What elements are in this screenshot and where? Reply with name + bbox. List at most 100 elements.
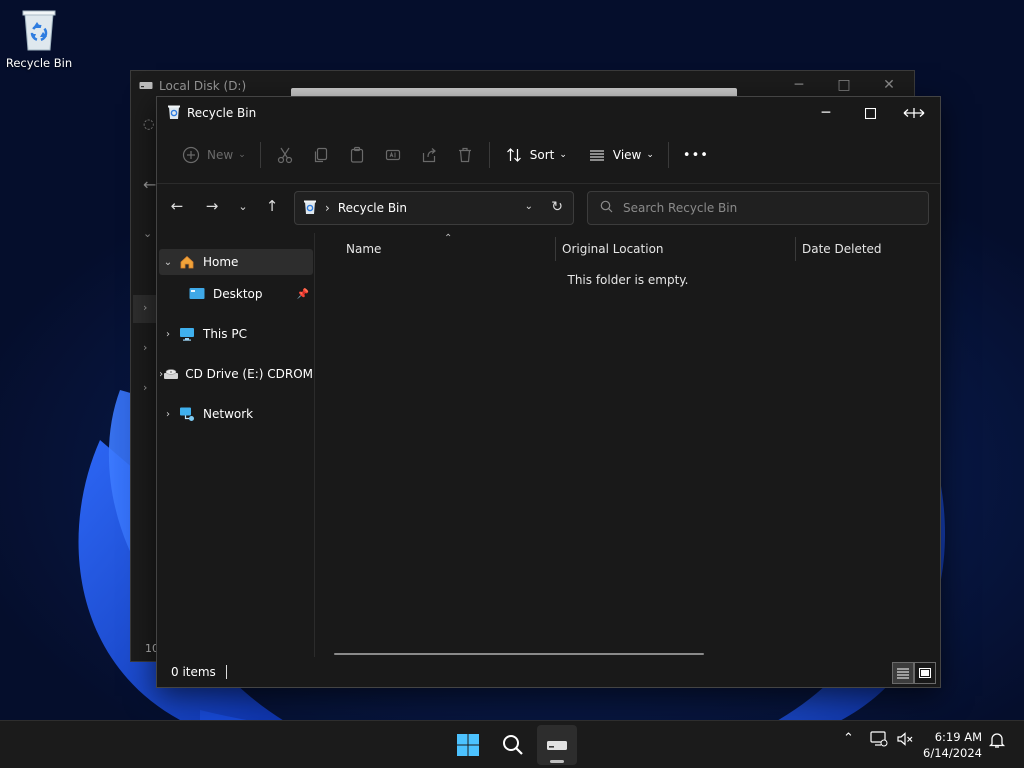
sort-ascending-icon: ⌃ xyxy=(444,233,453,244)
chevron-down-icon: ⌄ xyxy=(143,227,153,240)
column-date-deleted-label: Date Deleted xyxy=(802,242,882,256)
desktop-recycle-bin[interactable]: Recycle Bin xyxy=(4,6,74,70)
share-button[interactable] xyxy=(411,139,447,171)
up-arrow-icon: ↑ xyxy=(265,197,279,215)
maximize-icon[interactable]: □ xyxy=(829,77,859,93)
horizontal-scrollbar[interactable] xyxy=(334,653,704,655)
column-header-original-location[interactable]: Original Location xyxy=(562,237,664,261)
column-header-date-deleted[interactable]: Date Deleted xyxy=(802,237,882,261)
details-view-button[interactable] xyxy=(892,662,914,684)
item-count: 0 items xyxy=(171,665,216,679)
search-placeholder: Search Recycle Bin xyxy=(623,201,738,215)
drive-icon xyxy=(547,741,567,750)
new-button[interactable]: New ⌄ xyxy=(173,139,254,171)
nav-item-this-pc[interactable]: › This PC xyxy=(159,321,313,347)
chevron-down-icon[interactable]: ⌄ xyxy=(159,257,177,268)
sort-button[interactable]: Sort ⌄ xyxy=(496,139,575,171)
nav-desktop-label: Desktop xyxy=(213,287,263,301)
recent-locations-button[interactable]: ⌄ xyxy=(229,194,257,218)
column-header-name[interactable]: Name xyxy=(346,237,381,261)
paste-button[interactable] xyxy=(339,139,375,171)
nav-this-pc-label: This PC xyxy=(203,327,247,341)
column-divider[interactable] xyxy=(795,237,796,261)
minimize-icon[interactable]: ─ xyxy=(784,77,814,93)
minimize-button[interactable]: ─ xyxy=(804,97,848,129)
breadcrumb-separator-icon: › xyxy=(325,201,330,215)
column-divider[interactable] xyxy=(555,237,556,261)
details-view-icon xyxy=(897,668,909,679)
rename-button[interactable] xyxy=(375,139,411,171)
resize-cursor-icon xyxy=(903,108,925,118)
more-options-button[interactable]: ••• xyxy=(675,139,717,171)
show-hidden-icons-button[interactable]: ⌃ xyxy=(843,731,854,746)
home-icon xyxy=(177,253,197,271)
column-original-location-label: Original Location xyxy=(562,242,664,256)
search-box[interactable]: Search Recycle Bin xyxy=(587,191,929,225)
maximize-icon xyxy=(864,107,876,119)
clipboard-icon xyxy=(347,145,367,165)
breadcrumb-recycle-bin[interactable]: Recycle Bin xyxy=(338,201,407,215)
nav-item-network[interactable]: › Network xyxy=(159,401,313,427)
cd-drive-icon xyxy=(163,365,179,383)
notifications-button[interactable] xyxy=(988,731,1006,753)
system-clock[interactable]: 6:19 AM 6/14/2024 xyxy=(923,729,982,761)
clock-date: 6/14/2024 xyxy=(923,746,982,760)
drive-icon xyxy=(139,79,153,93)
cut-button[interactable] xyxy=(267,139,303,171)
file-list[interactable]: ⌃ Name Original Location Date Deleted Th… xyxy=(316,233,940,657)
copy-icon xyxy=(311,145,331,165)
toolbar-divider xyxy=(667,142,669,168)
close-button[interactable] xyxy=(892,97,936,129)
nav-item-desktop[interactable]: Desktop 📌 xyxy=(159,281,313,307)
navigation-pane: ⌄ Home Desktop 📌 › This PC › CD Drive (E… xyxy=(157,233,315,657)
active-indicator xyxy=(550,760,564,763)
toolbar-divider xyxy=(259,142,261,168)
chevron-down-icon: ⌄ xyxy=(238,199,248,213)
back-button[interactable]: ← xyxy=(163,194,191,218)
forward-button[interactable]: → xyxy=(198,194,226,218)
copy-button[interactable] xyxy=(303,139,339,171)
tiles-view-icon xyxy=(919,668,931,678)
desktop-icon xyxy=(187,285,207,303)
rename-icon xyxy=(383,145,403,165)
recycle-bin-window[interactable]: Recycle Bin ─ New ⌄ Sort ⌄ View ⌄ ••• ← … xyxy=(156,96,941,688)
address-bar[interactable]: › Recycle Bin ⌄ ↻ xyxy=(294,191,574,225)
background-window-title: Local Disk (D:) xyxy=(159,79,247,93)
large-icons-view-button[interactable] xyxy=(914,662,936,684)
sort-label: Sort xyxy=(529,148,555,162)
toolbar-divider xyxy=(488,142,490,168)
new-label: New xyxy=(207,148,234,162)
network-status-icon[interactable] xyxy=(870,731,888,751)
volume-muted-icon[interactable] xyxy=(896,731,914,751)
start-button[interactable] xyxy=(448,725,488,765)
scissors-icon xyxy=(275,145,295,165)
chevron-down-icon: ⌄ xyxy=(646,150,654,160)
nav-item-cd-drive[interactable]: › CD Drive (E:) CDROM xyxy=(159,361,313,387)
address-dropdown-icon[interactable]: ⌄ xyxy=(525,201,533,212)
close-icon[interactable]: ✕ xyxy=(874,77,904,93)
pin-icon: 📌 xyxy=(296,288,309,300)
recycle-bin-icon xyxy=(303,199,317,218)
file-explorer-taskbar-button[interactable] xyxy=(537,725,577,765)
recycle-bin-label: Recycle Bin xyxy=(5,56,73,70)
delete-button[interactable] xyxy=(447,139,483,171)
up-button[interactable]: ↑ xyxy=(258,194,286,218)
view-lines-icon xyxy=(587,145,607,165)
sort-icon xyxy=(504,145,524,165)
back-arrow-icon: ← xyxy=(170,197,184,215)
nav-item-home[interactable]: ⌄ Home xyxy=(159,249,313,275)
refresh-icon[interactable]: ↻ xyxy=(551,199,563,215)
network-icon xyxy=(177,405,197,423)
chevron-right-icon[interactable]: › xyxy=(159,329,177,340)
taskbar: ⌃ 6:19 AM 6/14/2024 xyxy=(0,720,1024,768)
chevron-right-icon[interactable]: › xyxy=(159,409,177,420)
back-arrow-icon: ← xyxy=(143,175,157,194)
search-icon xyxy=(600,200,613,216)
view-button[interactable]: View ⌄ xyxy=(579,139,662,171)
search-button[interactable] xyxy=(493,725,533,765)
search-icon xyxy=(503,735,523,755)
chevron-right-icon: › xyxy=(143,341,148,354)
plus-circle-icon xyxy=(181,145,201,165)
windows-logo-icon xyxy=(457,734,479,756)
maximize-button[interactable] xyxy=(848,97,892,129)
